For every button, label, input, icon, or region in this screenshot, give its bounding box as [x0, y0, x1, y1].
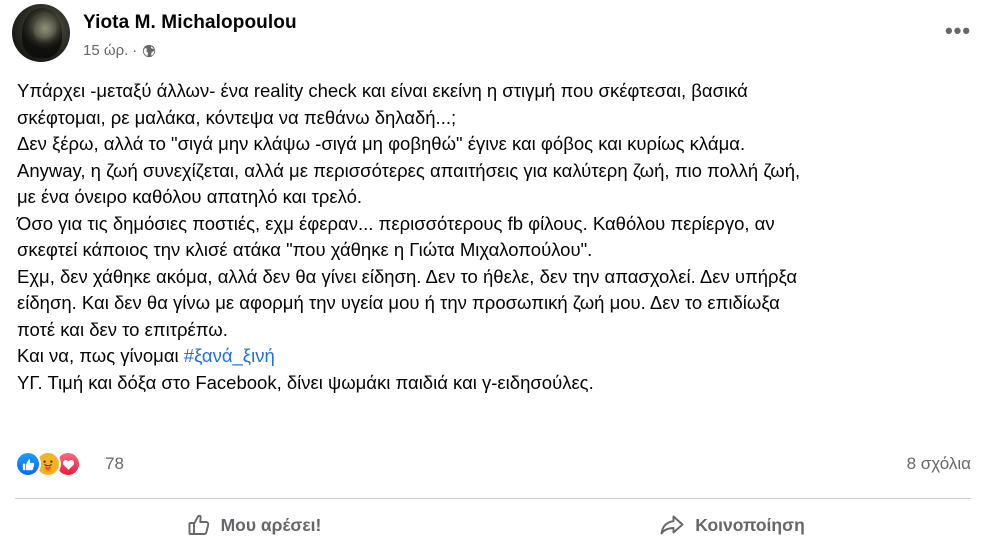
like-icon: [15, 451, 41, 477]
avatar[interactable]: [12, 4, 70, 62]
facebook-post: Yiota M. Michalopoulou 15 ώρ. · ••• Υπάρ…: [0, 0, 990, 551]
more-options-icon: •••: [944, 18, 972, 43]
hashtag-link[interactable]: #ξανά_ξινή: [184, 345, 275, 366]
meta-separator: ·: [132, 42, 138, 59]
post-text-line: ΥΓ. Τιμή και δόξα στο Facebook, δίνει ψω…: [17, 371, 594, 393]
like-label: Μου αρέσει!: [220, 514, 322, 535]
like-button[interactable]: Μου αρέσει!: [15, 503, 493, 547]
reaction-icons[interactable]: [15, 451, 81, 477]
reaction-count[interactable]: 78: [105, 454, 124, 474]
post-header: Yiota M. Michalopoulou 15 ώρ. · •••: [12, 4, 976, 68]
share-button[interactable]: Κοινοποίηση: [493, 503, 971, 547]
post-timestamp[interactable]: 15 ώρ.: [83, 42, 128, 59]
reactions-summary: 78 8 σχόλια: [15, 451, 971, 477]
hashtag-line-prefix: Και να, πως γίνομαι: [17, 345, 184, 366]
post-text-line: Anyway, η ζωή συνεχίζεται, αλλά με περισ…: [17, 159, 801, 181]
share-arrow-icon: [659, 513, 685, 537]
thumbs-up-icon: [187, 513, 211, 537]
post-text-line: ποτέ και δεν το επιτρέπω.: [17, 318, 228, 340]
post-text-line-hashtag: Και να, πως γίνομαι #ξανά_ξινή: [17, 343, 977, 370]
share-label: Κοινοποίηση: [695, 514, 805, 535]
post-text-line: σκέφτομαι, ρε μαλάκα, κόντεψα να πεθάνω …: [17, 106, 457, 128]
post-text-line: είδηση. Και δεν θα γίνω με αφορμή την υγ…: [17, 292, 780, 313]
more-options-button[interactable]: •••: [940, 18, 976, 54]
post-actions: Μου αρέσει! Κοινοποίηση: [15, 503, 971, 547]
divider: [15, 498, 971, 499]
post-text-line: σκεφτεί κάποιος την κλισέ ατάκα "που χάθ…: [17, 239, 593, 260]
post-text-line: Όσο για τις δημόσιες ποστιές, εχμ έφεραν…: [17, 212, 775, 234]
post-text-line: με ένα όνειρο καθόλου απατηλό και τρελό.: [17, 186, 363, 207]
author-name[interactable]: Yiota M. Michalopoulou: [83, 12, 297, 34]
post-text-line: Υπάρχει -μεταξύ άλλων- ένα reality check…: [17, 80, 748, 101]
avatar-shade: [22, 8, 62, 58]
globe-icon[interactable]: [142, 44, 156, 58]
comments-count[interactable]: 8 σχόλια: [907, 454, 971, 474]
post-meta: 15 ώρ. ·: [83, 42, 156, 59]
post-text-line: Δεν ξέρω, αλλά το "σιγά μην κλάψω -σιγά …: [17, 133, 746, 154]
post-text-line: Εχμ, δεν χάθηκε ακόμα, αλλά δεν θα γίνει…: [17, 265, 798, 287]
post-body: Υπάρχει -μεταξύ άλλων- ένα reality check…: [17, 78, 977, 396]
